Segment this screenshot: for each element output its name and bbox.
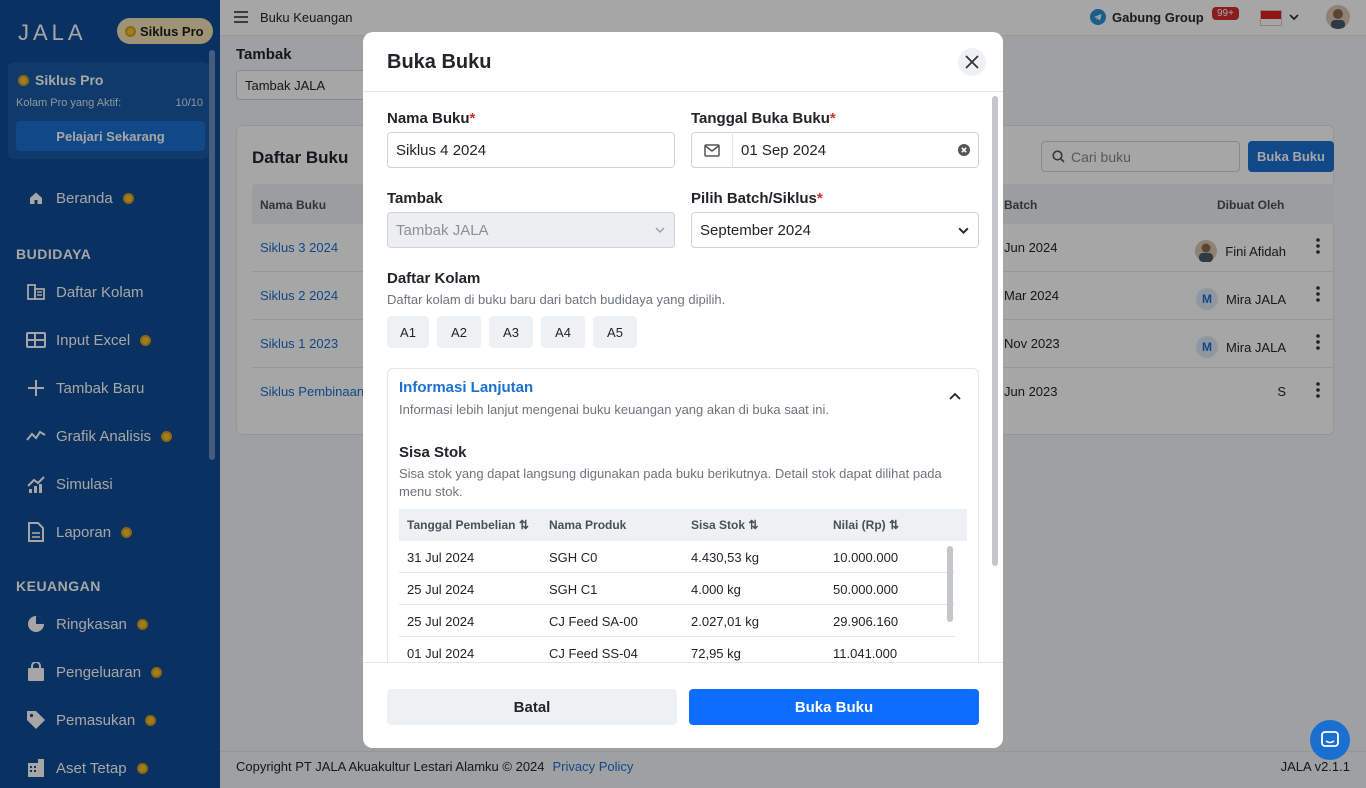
- tambak-label: Tambak: [387, 190, 443, 207]
- tanggal-cell: 25 Jul 2024: [407, 582, 475, 597]
- tanggal-buka-label-text: Tanggal Buka Buku: [691, 110, 830, 127]
- daftar-kolam-desc: Daftar kolam di buku baru dari batch bud…: [387, 292, 726, 307]
- nilai-cell: 50.000.000: [833, 582, 899, 597]
- pond-chip: A5: [593, 316, 637, 348]
- sort-icon: ⇅: [748, 518, 759, 532]
- daftar-kolam-label: Daftar Kolam: [387, 270, 481, 287]
- column-label: Sisa Stok: [691, 518, 746, 532]
- table-row: 25 Jul 2024 SGH C1 4.000 kg 50.000.000: [399, 573, 955, 605]
- chevron-down-icon: [957, 224, 970, 237]
- sisa-cell: 4.000 kg: [691, 582, 741, 597]
- required-mark: *: [816, 190, 823, 207]
- submit-buka-buku-button[interactable]: Buka Buku: [689, 689, 979, 725]
- nilai-cell: 11.041.000: [833, 646, 898, 661]
- required-mark: *: [469, 110, 476, 127]
- sisa-cell: 4.430,53 kg: [691, 550, 759, 565]
- nilai-cell: 29.906.160: [833, 614, 899, 629]
- close-icon: [965, 55, 979, 69]
- modal-title: Buka Buku: [387, 51, 492, 73]
- modal-scrollbar[interactable]: [992, 96, 998, 566]
- buka-buku-modal: Buka Buku Nama Buku* Siklus 4 2024 Tangg…: [363, 32, 1003, 748]
- modal-footer: Batal Buka Buku: [363, 662, 1003, 748]
- accordion-title[interactable]: Informasi Lanjutan: [399, 379, 533, 396]
- pond-chip: A4: [541, 316, 585, 348]
- stok-table-scrollbar[interactable]: [947, 546, 953, 622]
- produk-cell: SGH C0: [549, 550, 598, 565]
- clear-date-icon[interactable]: [958, 144, 970, 156]
- chevron-down-icon: [654, 224, 666, 236]
- column-nilai[interactable]: Nilai (Rp) ⇅: [833, 518, 899, 532]
- tanggal-buka-label: Tanggal Buka Buku*: [691, 110, 836, 127]
- table-row: 25 Jul 2024 CJ Feed SA-00 2.027,01 kg 29…: [399, 605, 955, 637]
- nama-buku-input[interactable]: Siklus 4 2024: [387, 132, 675, 168]
- produk-cell: SGH C1: [549, 582, 598, 597]
- sisa-stok-title: Sisa Stok: [399, 444, 467, 461]
- column-nama-produk: Nama Produk: [549, 518, 627, 532]
- tanggal-buka-input[interactable]: 01 Sep 2024: [691, 132, 979, 168]
- nama-buku-label: Nama Buku*: [387, 110, 475, 127]
- tambak-value: Tambak JALA: [396, 221, 489, 239]
- sort-icon: ⇅: [518, 518, 529, 532]
- nama-buku-label-text: Nama Buku: [387, 110, 470, 127]
- chat-icon: [1321, 731, 1339, 749]
- modal-body: Nama Buku* Siklus 4 2024 Tanggal Buka Bu…: [363, 93, 1003, 662]
- required-mark: *: [829, 110, 836, 127]
- batal-button[interactable]: Batal: [387, 689, 677, 725]
- column-sisa-stok[interactable]: Sisa Stok ⇅: [691, 518, 758, 532]
- column-label: Nilai (Rp): [833, 518, 886, 532]
- pond-chip: A2: [437, 316, 481, 348]
- close-button[interactable]: [958, 48, 986, 76]
- produk-cell: CJ Feed SA-00: [549, 614, 638, 629]
- chevron-up-icon[interactable]: [948, 389, 962, 403]
- accordion-desc: Informasi lebih lanjut mengenai buku keu…: [399, 402, 830, 417]
- batch-select[interactable]: September 2024: [691, 212, 979, 248]
- batch-label-text: Pilih Batch/Siklus: [691, 190, 817, 207]
- table-row: 01 Jul 2024 CJ Feed SS-04 72,95 kg 11.04…: [399, 637, 955, 662]
- calendar-mail-icon: [704, 143, 720, 157]
- divider: [732, 132, 733, 168]
- stok-table-header: Tanggal Pembelian ⇅ Nama Produk Sisa Sto…: [399, 509, 967, 541]
- informasi-lanjutan-accordion: Informasi Lanjutan Informasi lebih lanju…: [387, 368, 979, 662]
- column-tanggal-pembelian[interactable]: Tanggal Pembelian ⇅: [407, 518, 529, 532]
- batch-value: September 2024: [700, 221, 811, 239]
- tambak-select-disabled: Tambak JALA: [387, 212, 675, 248]
- column-label: Tanggal Pembelian: [407, 518, 516, 532]
- tanggal-cell: 31 Jul 2024: [407, 550, 475, 565]
- sisa-cell: 2.027,01 kg: [691, 614, 759, 629]
- chat-support-button[interactable]: [1310, 720, 1350, 760]
- pond-chip: A3: [489, 316, 533, 348]
- sisa-stok-desc: Sisa stok yang dapat langsung digunakan …: [399, 466, 942, 499]
- tanggal-buka-value: 01 Sep 2024: [741, 141, 827, 159]
- sisa-cell: 72,95 kg: [691, 646, 741, 661]
- tanggal-cell: 25 Jul 2024: [407, 614, 475, 629]
- modal-header: Buka Buku: [363, 32, 1003, 92]
- produk-cell: CJ Feed SS-04: [549, 646, 638, 661]
- batch-label: Pilih Batch/Siklus*: [691, 190, 823, 207]
- pond-chip: A1: [387, 316, 429, 348]
- sort-icon: ⇅: [889, 518, 900, 532]
- tanggal-cell: 01 Jul 2024: [407, 646, 475, 661]
- table-row: 31 Jul 2024 SGH C0 4.430,53 kg 10.000.00…: [399, 541, 955, 573]
- nilai-cell: 10.000.000: [833, 550, 899, 565]
